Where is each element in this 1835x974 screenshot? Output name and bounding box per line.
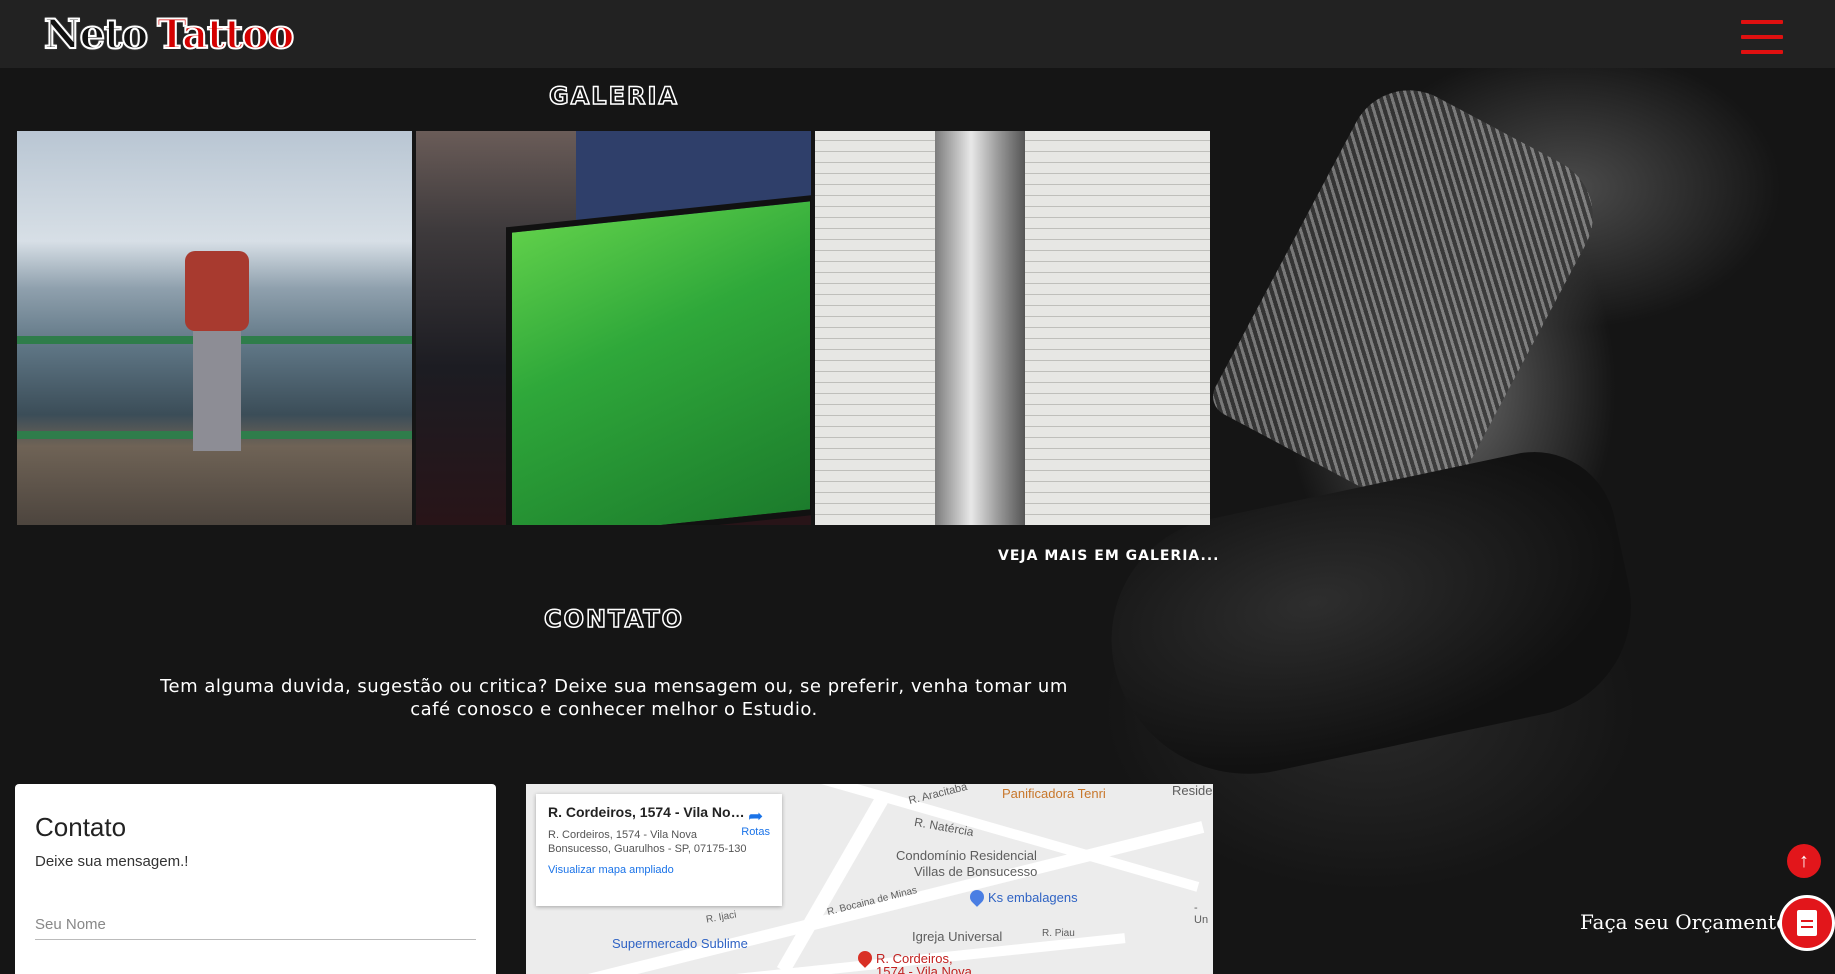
map-poi-condominio-1: Condomínio Residencial — [896, 848, 1037, 863]
person-shirt — [185, 251, 249, 331]
arrow-up-icon: ↑ — [1799, 849, 1809, 872]
map-location-pin[interactable]: R. Cordeiros, 1574 - Vila Nova — [855, 948, 972, 974]
person-figure — [177, 221, 257, 461]
google-map[interactable]: Panificadora Tenri Reside R. Aracitaba R… — [526, 784, 1213, 974]
map-poi-ks-embalagens: Ks embalagens — [967, 887, 1078, 907]
map-poi-supermercado: Supermercado Sublime — [612, 936, 748, 951]
back-to-top-button[interactable]: ↑ — [1787, 844, 1821, 878]
document-icon — [1797, 910, 1817, 936]
gallery-image-city-view[interactable] — [17, 131, 412, 525]
map-info-card: R. Cordeiros, 1574 - Vila Nova ... R. Co… — [536, 794, 782, 906]
gallery-grid — [17, 131, 1210, 525]
map-street-piau: R. Piau — [1042, 928, 1075, 939]
map-poi-panificadora: Panificadora Tenri — [1002, 786, 1106, 801]
hamburger-line — [1741, 50, 1783, 54]
map-label-un: - Un — [1194, 902, 1209, 926]
quote-button[interactable] — [1779, 895, 1835, 951]
top-navbar: Neto Tattoo — [0, 0, 1835, 68]
person-legs — [193, 331, 241, 451]
map-card-title: R. Cordeiros, 1574 - Vila Nova ... — [548, 804, 748, 820]
hamburger-icon[interactable] — [1741, 20, 1783, 54]
directions-icon: ➦ — [748, 806, 764, 826]
site-logo[interactable]: Neto Tattoo — [43, 10, 295, 59]
map-street-aracitaba: R. Aracitaba — [907, 784, 969, 808]
map-directions-button[interactable]: ➦ Rotas — [741, 806, 770, 838]
contact-card-subtitle: Deixe sua mensagem.! — [35, 853, 189, 870]
hamburger-line — [1741, 20, 1783, 24]
hamburger-line — [1741, 35, 1783, 39]
gallery-title: GALERIA — [548, 81, 679, 111]
gallery-image-zelda-game[interactable] — [416, 131, 811, 525]
shopping-pin-icon — [967, 887, 987, 907]
game-screen — [506, 194, 811, 525]
map-label-reside: Reside — [1172, 784, 1213, 798]
quote-cta-label[interactable]: Faça seu Orçamento — [1580, 910, 1788, 934]
logo-word-tattoo: Tattoo — [156, 10, 295, 59]
gallery-image-flute-music[interactable] — [815, 131, 1210, 525]
gallery-see-more-link[interactable]: VEJA MAIS EM GALERIA... — [998, 548, 1219, 564]
map-card-address: R. Cordeiros, 1574 - Vila Nova Bonsucess… — [548, 829, 747, 855]
name-input[interactable] — [35, 910, 476, 940]
map-street-ijaci: R. Ijaci — [705, 909, 738, 926]
map-view-larger-link[interactable]: Visualizar mapa ampliado — [548, 864, 770, 876]
logo-word-neto: Neto — [43, 10, 149, 59]
map-poi-condominio-2: Villas de Bonsucesso — [914, 864, 1038, 879]
contact-card-heading: Contato — [35, 812, 127, 842]
map-poi-igreja: Igreja Universal — [912, 929, 1003, 944]
contact-intro-text: Tem alguma duvida, sugestão ou critica? … — [160, 676, 1068, 720]
contact-form-card: Contato Deixe sua mensagem.! — [15, 784, 496, 974]
flute-shape — [935, 131, 1025, 525]
map-road — [776, 793, 890, 974]
contact-title: CONTATO — [543, 604, 685, 634]
